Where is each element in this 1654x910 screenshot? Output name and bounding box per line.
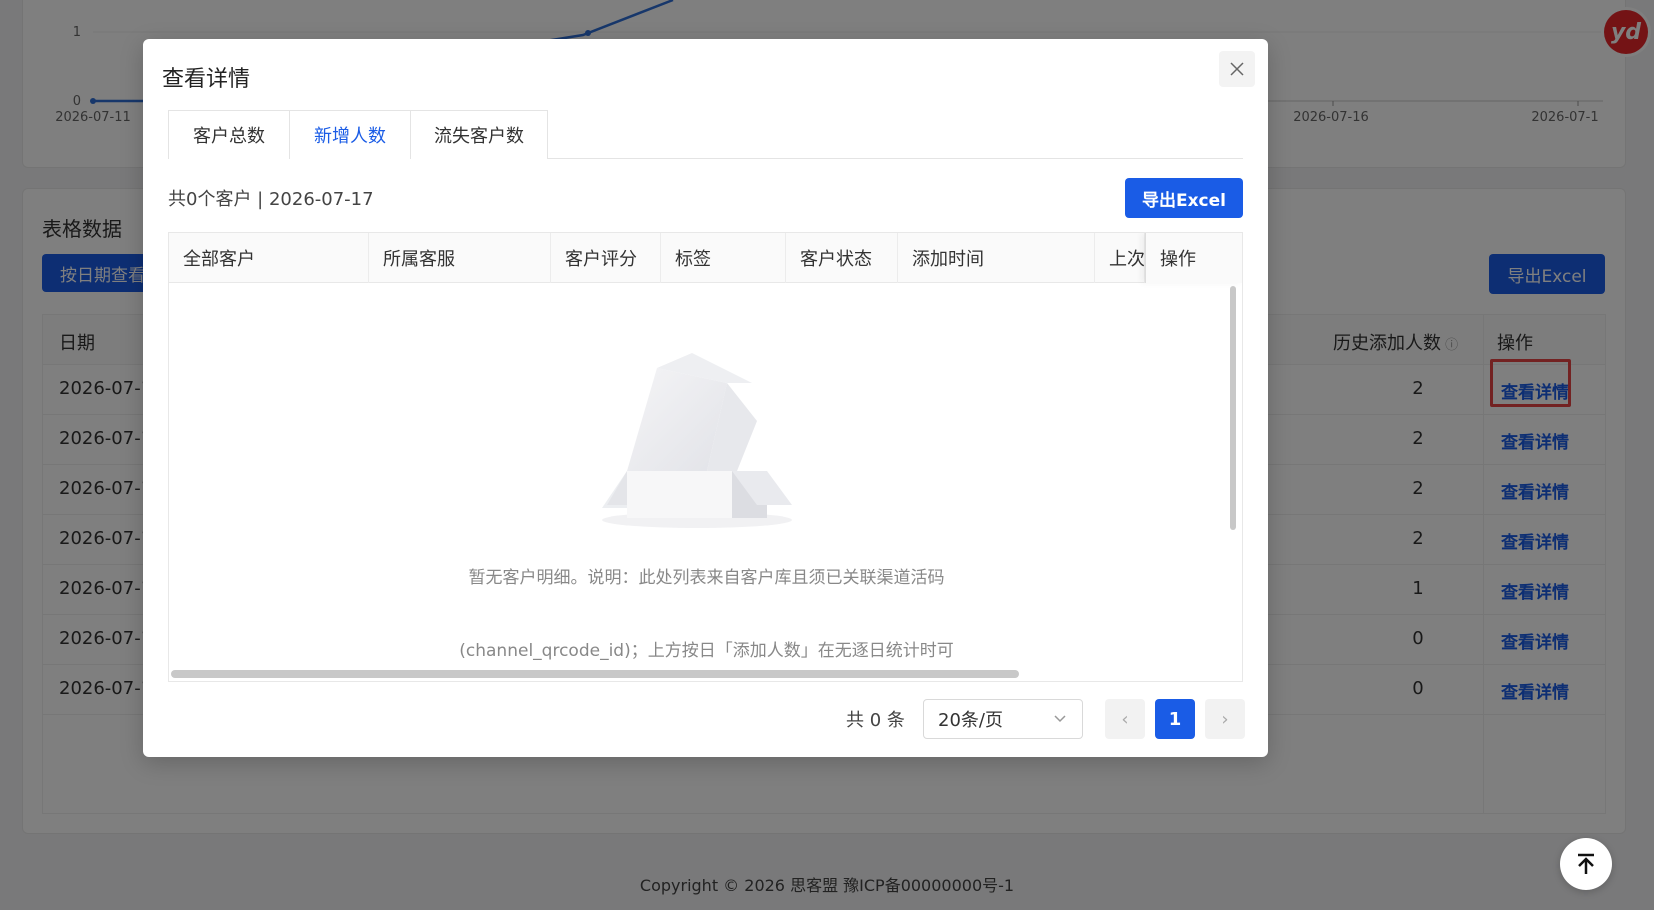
next-page-button[interactable]: ›: [1205, 699, 1245, 739]
arrow-up-icon: [1578, 853, 1594, 874]
empty-message-line1: 暂无客户明细。说明：此处列表来自客户库且须已关联渠道活码: [468, 568, 945, 588]
modal-title: 查看详情: [162, 67, 251, 92]
close-icon: [1230, 62, 1244, 76]
customer-table-header: 全部客户 所属客服 客户评分 标签 客户状态 添加时间 上次 操作: [169, 233, 1242, 283]
page-1-button[interactable]: 1: [1155, 699, 1195, 739]
chevron-down-icon: [1054, 715, 1066, 723]
back-to-top-button[interactable]: [1560, 838, 1612, 890]
th-customer-status: 客户状态: [786, 233, 898, 283]
page-size-select[interactable]: 20条/页: [923, 699, 1083, 739]
th-tags: 标签: [661, 233, 786, 283]
page-size-value: 20条/页: [938, 710, 1003, 731]
pagination-total: 共 0 条: [846, 710, 905, 731]
th-owner-service: 所属客服: [369, 233, 551, 283]
prev-page-button[interactable]: ‹: [1105, 699, 1145, 739]
empty-box-illustration: [602, 353, 792, 528]
export-excel-button[interactable]: 导出Excel: [1125, 178, 1243, 218]
th-all-customers: 全部客户: [169, 233, 369, 283]
th-added-time: 添加时间: [898, 233, 1095, 283]
tab-lost-customers[interactable]: 流失客户数: [410, 110, 548, 159]
customer-summary: 共0个客户 | 2026-07-17: [168, 189, 374, 210]
th-action: 操作: [1145, 233, 1242, 283]
tab-total-customers[interactable]: 客户总数: [168, 110, 290, 159]
th-last: 上次: [1095, 233, 1145, 283]
tab-bar: 客户总数 新增人数 流失客户数: [168, 110, 1243, 159]
empty-message-line2: (channel_qrcode_id)；上方按日「添加人数」在无逐日统计时可: [459, 641, 954, 661]
tab-new-customers[interactable]: 新增人数: [289, 110, 411, 159]
vertical-scrollbar[interactable]: [1230, 286, 1236, 530]
customer-detail-table: 全部客户 所属客服 客户评分 标签 客户状态 添加时间 上次 操作 暂无客户明细…: [168, 232, 1243, 682]
close-button[interactable]: [1219, 51, 1255, 87]
horizontal-scrollbar[interactable]: [171, 670, 1019, 678]
detail-modal: 查看详情 客户总数 新增人数 流失客户数 共0个客户 | 2026-07-17 …: [143, 39, 1268, 757]
th-customer-score: 客户评分: [551, 233, 661, 283]
